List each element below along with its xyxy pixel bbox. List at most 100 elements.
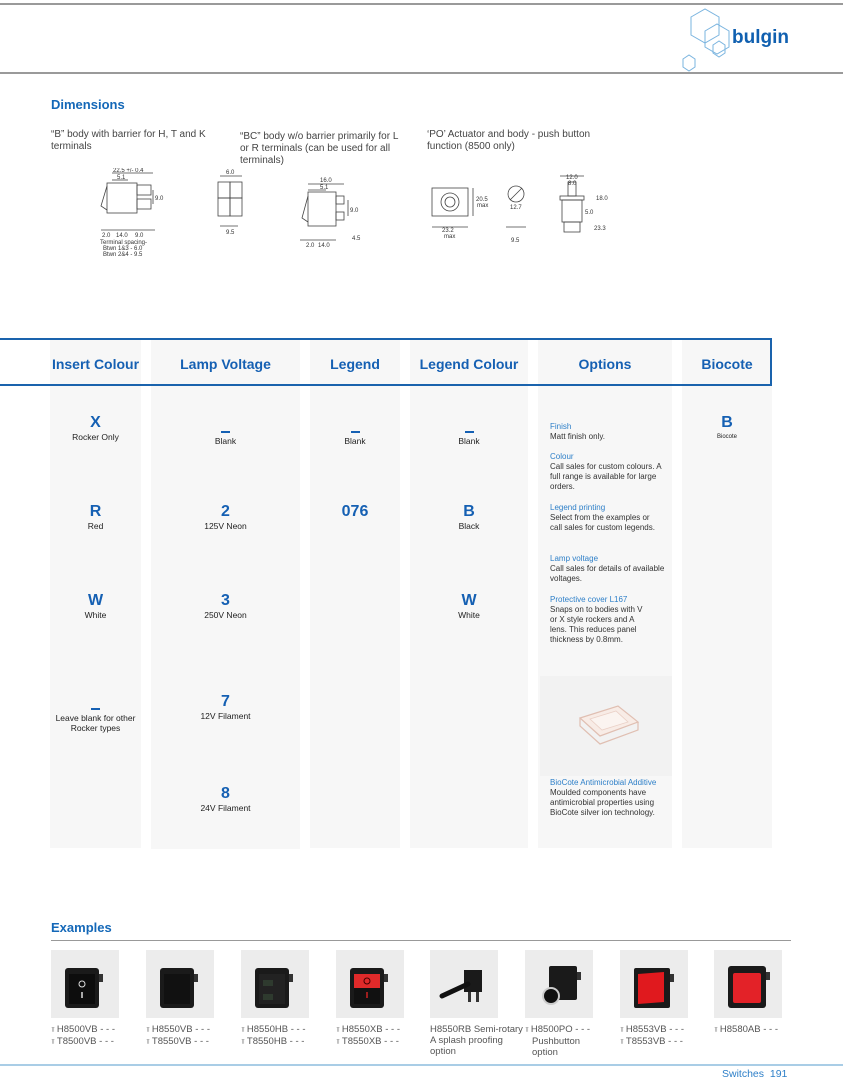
end-top-dim: 6.0: [226, 170, 235, 176]
part-number: H8550HB - - -: [246, 1024, 306, 1035]
example-caption-line: ⫪ T8500VB - - -: [51, 1036, 141, 1048]
col-legend-bg: [310, 340, 400, 848]
part-number: H8550VB - - -: [151, 1024, 210, 1035]
example-image: [241, 950, 309, 1018]
b-d2-dim: 9.0: [155, 196, 164, 202]
example-caption-line: ⫪ T8553VB - - -: [620, 1036, 710, 1048]
example-image: [51, 950, 119, 1018]
option-title: Legend printing: [550, 503, 606, 512]
header-biocote: Biocote: [701, 356, 753, 372]
example-caption-line: option: [430, 1046, 530, 1057]
blank-dash-icon: [350, 431, 360, 433]
option-code: R: [89, 503, 102, 520]
footer-page-number: 191: [769, 1068, 788, 1080]
bc-overall-dim: 16.0: [320, 178, 332, 184]
insert-colour-option: X Rocker Only: [50, 414, 141, 442]
po-side-h3-dim: 23.3: [594, 226, 606, 232]
black-rocker-windows-icon: [255, 968, 293, 1008]
black-rocker-O-I-icon: [65, 968, 103, 1008]
po-side-h1-dim: 18.0: [596, 196, 608, 202]
example-item: H8550RB Semi-rotary A splash proofing opti…: [430, 950, 530, 1057]
example-caption-line: ⫪ T8550VB - - -: [146, 1036, 236, 1048]
footer-rule: [0, 1064, 843, 1066]
option-code: W: [87, 592, 104, 609]
bc-d2-dim: 9.0: [350, 208, 359, 214]
example-caption-line: option: [525, 1047, 615, 1058]
example-caption-line: ⫪ T8550HB - - -: [241, 1036, 331, 1048]
header-lamp-voltage: Lamp Voltage: [180, 356, 271, 372]
option-code: 2: [221, 503, 230, 520]
part-number: H8550XB - - -: [341, 1024, 400, 1035]
option-title: Protective cover L167: [550, 595, 628, 604]
b-overall-dim: 22.5 +/- 0.4: [113, 168, 144, 174]
option-code: 7: [221, 693, 230, 710]
brand-name: bulgin: [732, 27, 789, 48]
option-title: Colour: [550, 452, 574, 461]
option-body: Matt finish only.: [550, 432, 605, 441]
option-body: Call sales for details of available volt…: [550, 564, 665, 583]
part-number: H8500PO - - -: [530, 1024, 591, 1035]
option-finish: Finish Matt finish only.: [550, 422, 665, 442]
blank-dash-icon: [221, 431, 230, 433]
option-desc: Biocote: [716, 434, 737, 440]
option-desc: Leave blank for other Rocker types: [55, 713, 136, 733]
example-item: ⫪ H8500PO - - - Pushbutton option: [525, 950, 615, 1058]
po-drawing: 20.5 max 23.2 max 12.7 9.5 12.0 8.0 18.0…: [431, 175, 608, 244]
end-view-drawing: 6.0 9.5: [217, 170, 243, 236]
example-item: ⫪ H8550HB - - - ⫪ T8550HB - - -: [241, 950, 331, 1048]
example-image: [714, 950, 782, 1018]
examples-title: Examples: [51, 920, 112, 935]
example-caption-line: ⫪ H8550HB - - -: [241, 1024, 331, 1036]
protective-cover-image: [540, 676, 672, 776]
example-image: [525, 950, 593, 1018]
po-height-note: max: [477, 203, 488, 209]
part-number: T8550VB - - -: [151, 1036, 209, 1047]
legend-colour-option: W White: [410, 592, 528, 620]
example-image: [430, 950, 498, 1018]
red-lens-indicator-icon: [728, 966, 770, 1008]
option-protective-cover: Protective cover L167 Snaps on to bodies…: [550, 595, 650, 645]
option-body: Moulded components have antimicrobial pr…: [550, 788, 655, 817]
example-caption: ⫪ H8550HB - - - ⫪ T8550HB - - -: [241, 1024, 331, 1048]
option-desc: 12V Filament: [200, 711, 251, 721]
option-body: Call sales for custom colours. A full ra…: [550, 462, 662, 491]
example-caption: ⫪ H8550VB - - - ⫪ T8550VB - - -: [146, 1024, 236, 1048]
example-item: ⫪ H8500VB - - - ⫪ T8500VB - - -: [51, 950, 141, 1048]
part-number: T8553VB - - -: [625, 1036, 683, 1047]
option-code: 8: [221, 785, 230, 802]
protective-cover-icon: [578, 705, 640, 745]
option-desc: Rocker Only: [72, 432, 119, 442]
option-desc: 250V Neon: [204, 610, 247, 620]
end-bottom-dim: 9.5: [226, 230, 235, 236]
example-item: ⫪ H8550XB - - - ⫪ T8550XB - - -: [336, 950, 426, 1048]
part-number: T8550HB - - -: [246, 1036, 305, 1047]
option-code: 076: [341, 503, 369, 520]
legend-option: Blank: [310, 431, 400, 446]
option-lamp-voltage: Lamp voltage Call sales for details of a…: [550, 554, 665, 584]
lamp-voltage-option: 2 125V Neon: [151, 503, 300, 531]
red-rocker-O-I-icon: [350, 968, 388, 1008]
example-caption: ⫪ H8550XB - - - ⫪ T8550XB - - -: [336, 1024, 426, 1048]
black-rocker-plain-icon: [160, 968, 198, 1008]
footer-section: Switches: [722, 1068, 765, 1080]
part-number: H8550RB Semi-rotary: [430, 1024, 523, 1035]
option-desc: Blank: [458, 436, 480, 446]
b-body-drawing: 22.5 +/- 0.4 5.1 9.0 2.0 14.0 9.0 Termin…: [100, 168, 164, 258]
example-caption: H8550RB Semi-rotary A splash proofing opti…: [430, 1024, 530, 1057]
option-body: Select from the examples or call sales f…: [550, 513, 655, 532]
example-caption-line: ⫪ H8580AB - - -: [714, 1024, 804, 1036]
insert-colour-option: W White: [50, 592, 141, 620]
blank-dash-icon: [91, 708, 100, 710]
option-code: B: [721, 414, 733, 431]
option-biocote-additive: BioCote Antimicrobial Additive Moulded c…: [550, 778, 670, 818]
option-title: Finish: [550, 422, 572, 431]
example-image: [146, 950, 214, 1018]
bc-body-drawing: 16.0 5.1 9.0 4.5 2.0 14.0: [300, 178, 361, 249]
legend-option: 076: [310, 503, 400, 521]
example-caption-line: ⫪ H8550XB - - -: [336, 1024, 426, 1036]
example-caption-line: ⫪ H8553VB - - -: [620, 1024, 710, 1036]
po-caption: ‘PO’ Actuator and body - push button fun…: [427, 129, 591, 152]
bc-body-caption: “BC” body w/o barrier primarily for L or…: [240, 131, 399, 166]
option-title: BioCote Antimicrobial Additive: [550, 778, 657, 787]
option-desc: Blank: [344, 436, 366, 446]
